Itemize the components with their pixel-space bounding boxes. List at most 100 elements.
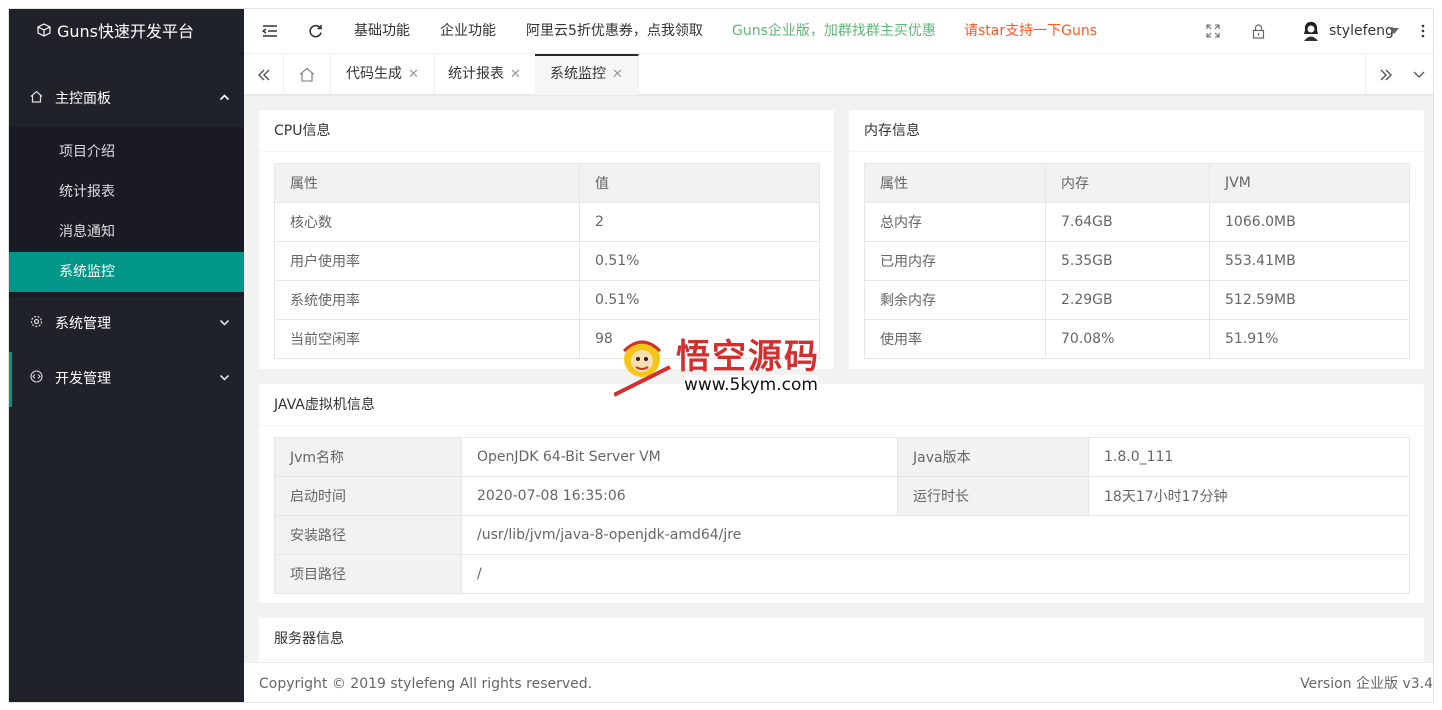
watermark-logo: 悟空源码 www.5kym.com <box>614 329 844 401</box>
nav-star-link[interactable]: 请star支持一下Guns <box>964 9 1097 54</box>
cube-icon <box>37 11 51 56</box>
table-cell: 当前空闲率 <box>274 319 580 359</box>
app-frame: Guns快速开发平台 主控面板 项目介绍 统计报表 消息通知 系统监控 系统管理… <box>8 8 1434 703</box>
close-icon[interactable]: ✕ <box>510 67 521 82</box>
table-row: 用户使用率 0.51% <box>274 241 820 281</box>
dashboard-submenu: 项目介绍 统计报表 消息通知 系统监控 <box>9 127 244 297</box>
nav-basic-link[interactable]: 基础功能 <box>354 9 410 54</box>
table-cell: OpenJDK 64-Bit Server VM <box>461 437 898 477</box>
menu-dashboard-label: 主控面板 <box>55 91 111 107</box>
table-cell: 系统使用率 <box>274 280 580 320</box>
table-cell: 512.59MB <box>1209 280 1410 320</box>
table-header-row: 属性 内存 JVM <box>864 163 1410 203</box>
memory-table: 属性 内存 JVM 总内存 7.64GB 1066.0MB 已用内存 5.35GB 553.… <box>864 163 1410 359</box>
caret-down-icon[interactable] <box>1389 9 1399 54</box>
avatar[interactable] <box>1300 9 1322 54</box>
app-logo[interactable]: Guns快速开发平台 <box>9 9 244 54</box>
column-header: JVM <box>1209 163 1410 203</box>
card-title: CPU信息 <box>259 110 834 152</box>
lock-icon[interactable] <box>1252 9 1265 54</box>
table-cell: 剩余内存 <box>864 280 1046 320</box>
table-row: Jvm名称 OpenJDK 64-Bit Server VM Java版本 1.8.0… <box>274 437 1410 477</box>
sidebar-item-stats[interactable]: 统计报表 <box>9 172 244 212</box>
table-cell: Java版本 <box>897 437 1089 477</box>
menu-system-label: 系统管理 <box>55 316 111 332</box>
close-icon[interactable]: ✕ <box>612 67 623 82</box>
table-row: 核心数 2 <box>274 202 820 242</box>
chevron-down-icon <box>219 297 230 352</box>
menu-system[interactable]: 系统管理 <box>9 297 244 352</box>
tab-label: 统计报表 <box>448 66 504 82</box>
table-cell: 已用内存 <box>864 241 1046 281</box>
card-title: 服务器信息 <box>259 618 1424 660</box>
chevron-down-icon <box>219 352 230 407</box>
menu-group-dev: 开发管理 <box>9 352 244 407</box>
table-row: 项目路径 / <box>274 554 1410 594</box>
card-title: 内存信息 <box>849 110 1424 152</box>
fullscreen-icon[interactable] <box>1206 9 1220 54</box>
tabs-scroll-left-icon[interactable] <box>244 54 284 95</box>
sidebar-item-notice[interactable]: 消息通知 <box>9 212 244 252</box>
code-icon <box>29 352 43 407</box>
nav-aliyun-link[interactable]: 阿里云5折优惠券，点我领取 <box>526 9 703 54</box>
table-cell: 用户使用率 <box>274 241 580 281</box>
version: Version 企业版 v3.4 <box>1300 676 1433 692</box>
table-cell: 项目路径 <box>274 554 462 594</box>
top-bar: 基础功能 企业功能 阿里云5折优惠券，点我领取 Guns企业版，加群找群主买优惠… <box>244 9 1433 54</box>
table-cell: 5.35GB <box>1045 241 1210 281</box>
close-icon[interactable]: ✕ <box>408 67 419 82</box>
table-cell: 总内存 <box>864 202 1046 242</box>
nav-guns-enterprise-link[interactable]: Guns企业版，加群找群主买优惠 <box>732 9 936 54</box>
menu-group-system: 系统管理 <box>9 297 244 352</box>
nav-enterprise-link[interactable]: 企业功能 <box>440 9 496 54</box>
column-header: 属性 <box>274 163 580 203</box>
jvm-table: Jvm名称 OpenJDK 64-Bit Server VM Java版本 1.8.0… <box>274 437 1410 594</box>
table-cell: 7.64GB <box>1045 202 1210 242</box>
menu-dashboard[interactable]: 主控面板 <box>9 72 244 127</box>
table-cell: 使用率 <box>864 319 1046 359</box>
table-cell: 0.51% <box>579 241 820 281</box>
column-header: 内存 <box>1045 163 1210 203</box>
table-cell: 51.91% <box>1209 319 1410 359</box>
table-cell: 核心数 <box>274 202 580 242</box>
refresh-icon[interactable] <box>308 9 323 54</box>
home-tab-icon[interactable] <box>284 54 331 95</box>
watermark-url: www.5kym.com <box>684 375 818 395</box>
table-header-row: 属性值 <box>274 163 820 203</box>
table-row: 系统使用率 0.51% <box>274 280 820 320</box>
tabs-scroll-right-icon[interactable] <box>1365 54 1405 95</box>
tabs-menu-chevron-icon[interactable] <box>1405 54 1433 95</box>
more-vertical-icon[interactable] <box>1421 9 1425 54</box>
table-cell: 2020-07-08 16:35:06 <box>461 476 898 516</box>
table-cell: 70.08% <box>1045 319 1210 359</box>
column-header: 属性 <box>864 163 1046 203</box>
table-cell: 2.29GB <box>1045 280 1210 320</box>
server-card: 服务器信息 <box>259 618 1424 662</box>
table-row: 已用内存 5.35GB 553.41MB <box>864 241 1410 281</box>
menu-dev-label: 开发管理 <box>55 371 111 387</box>
table-row: 剩余内存 2.29GB 512.59MB <box>864 280 1410 320</box>
table-cell: 2 <box>579 202 820 242</box>
table-cell: 1.8.0_111 <box>1088 437 1410 477</box>
table-cell: /usr/lib/jvm/java-8-openjdk-amd64/jre <box>461 515 1410 555</box>
sidebar-item-monitor[interactable]: 系统监控 <box>9 252 244 292</box>
tab-stats[interactable]: 统计报表 ✕ <box>433 54 537 95</box>
monkey-icon <box>614 340 671 397</box>
table-cell: 启动时间 <box>274 476 462 516</box>
table-cell: 1066.0MB <box>1209 202 1410 242</box>
app-title: Guns快速开发平台 <box>57 22 195 41</box>
tab-code-gen[interactable]: 代码生成 ✕ <box>331 54 435 95</box>
table-cell: 安装路径 <box>274 515 462 555</box>
table-row: 总内存 7.64GB 1066.0MB <box>864 202 1410 242</box>
menu-group-dashboard: 主控面板 项目介绍 统计报表 消息通知 系统监控 <box>9 72 244 297</box>
home-icon <box>29 72 43 127</box>
table-cell: 553.41MB <box>1209 241 1410 281</box>
tab-label: 系统监控 <box>550 66 606 82</box>
sidebar-item-intro[interactable]: 项目介绍 <box>9 132 244 172</box>
menu-dev[interactable]: 开发管理 <box>9 352 244 407</box>
copyright: Copyright © 2019 stylefeng All rights re… <box>259 676 593 692</box>
chevron-up-icon <box>219 72 230 127</box>
tab-monitor[interactable]: 系统监控 ✕ <box>535 54 639 95</box>
menu-toggle-icon[interactable] <box>261 9 278 54</box>
username[interactable]: stylefeng <box>1329 9 1394 54</box>
